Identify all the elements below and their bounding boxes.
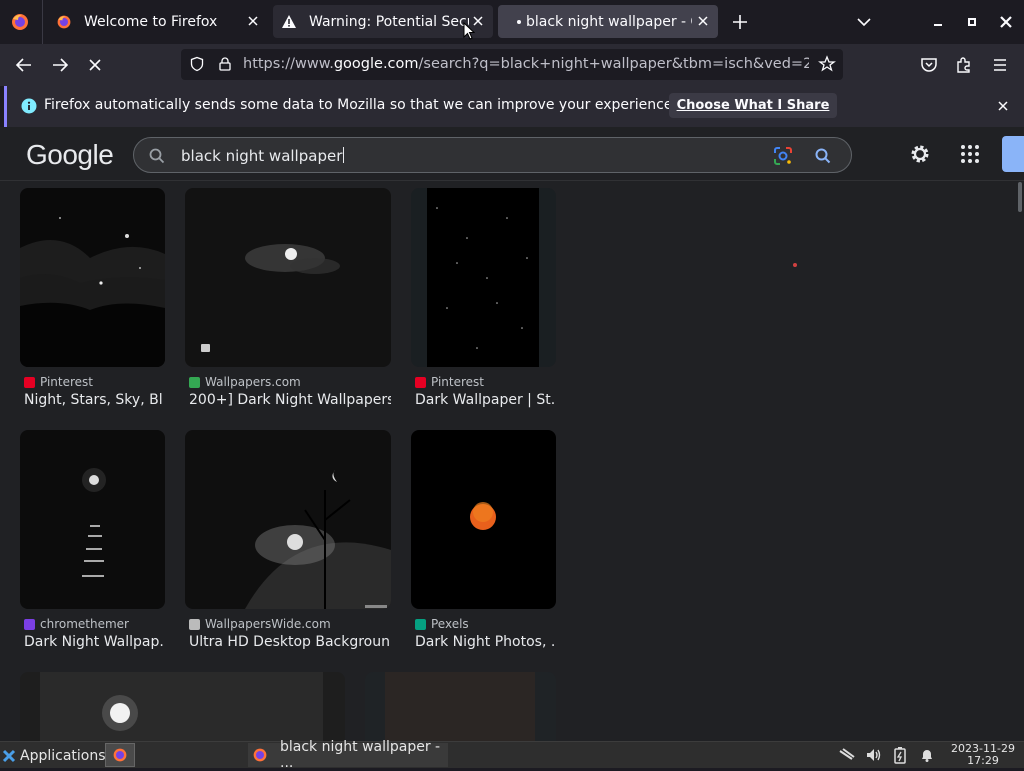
result-source[interactable]: Pinterest (415, 375, 484, 389)
clock-time: 17:29 (967, 754, 999, 767)
url-path: /search?q=black+night+wallpaper&tbm=isch… (418, 56, 809, 72)
choose-what-i-share-button[interactable]: Choose What I Share (669, 93, 837, 118)
tab-label: Welcome to Firefox (84, 13, 218, 30)
forward-arrow-icon[interactable] (48, 53, 72, 77)
pinterest-icon (24, 376, 35, 388)
source-label: Pexels (431, 617, 469, 631)
firefox-icon (252, 747, 268, 763)
firefox-icon (56, 14, 72, 30)
bookmark-star-icon[interactable] (818, 55, 836, 73)
image-result-7[interactable] (20, 672, 345, 741)
window-title: black night wallpaper - ... (280, 739, 441, 771)
firefox-launcher[interactable] (105, 743, 135, 767)
xfce-mouse-icon (2, 749, 16, 763)
google-header: Google black night wallpaper (0, 127, 1024, 181)
image-result-5[interactable] (185, 430, 391, 609)
result-title[interactable]: Ultra HD Desktop Backgroun... (189, 634, 391, 650)
source-label: Pinterest (431, 375, 485, 389)
stray-pixel (793, 263, 797, 267)
close-tab-icon[interactable] (246, 14, 260, 28)
google-logo[interactable]: Google (26, 139, 114, 171)
tab-welcome[interactable]: Welcome to Firefox (48, 5, 268, 38)
data-reporting-notification: Firefox automatically sends some data to… (4, 86, 1024, 127)
close-notification-icon[interactable] (995, 98, 1011, 114)
maximize-icon[interactable] (962, 12, 982, 32)
url-text[interactable]: https://www.google.com/search?q=black+ni… (243, 56, 809, 72)
image-result-8[interactable] (365, 672, 556, 741)
minimize-icon[interactable] (928, 12, 948, 32)
wallpaperswide-icon (189, 618, 200, 630)
close-tab-icon[interactable] (696, 14, 710, 28)
source-label: WallpapersWide.com (205, 617, 331, 631)
result-source[interactable]: chromethemer (24, 617, 129, 631)
applications-menu-button[interactable]: Applications (2, 745, 106, 766)
pexels-icon (415, 618, 426, 630)
close-window-icon[interactable] (996, 12, 1016, 32)
mouse-cursor-icon (463, 22, 475, 40)
back-arrow-icon[interactable] (12, 53, 36, 77)
navigation-toolbar: https://www.google.com/search?q=black+ni… (0, 44, 1024, 86)
notification-message: Firefox automatically sends some data to… (44, 97, 677, 113)
notification-bell-icon[interactable] (919, 747, 935, 763)
source-label: chromethemer (40, 617, 129, 631)
image-result-1[interactable] (20, 188, 165, 367)
result-source[interactable]: WallpapersWide.com (189, 617, 331, 631)
result-source[interactable]: Pexels (415, 617, 469, 631)
clock[interactable]: 2023-11-29 17:29 (946, 743, 1020, 767)
search-icon (148, 147, 166, 165)
volume-icon[interactable] (865, 747, 883, 763)
hamburger-menu-icon[interactable] (988, 53, 1012, 77)
info-icon (21, 98, 37, 114)
search-input[interactable]: black night wallpaper (181, 147, 344, 165)
pinterest-icon (415, 376, 426, 388)
tab-google-search[interactable]: black night wallpaper - Google Search (498, 5, 718, 38)
result-source[interactable]: Pinterest (24, 375, 93, 389)
search-box[interactable]: black night wallpaper (133, 137, 852, 173)
source-label: Pinterest (40, 375, 94, 389)
tab-strip: Welcome to Firefox Warning: Potential Se… (0, 0, 1024, 44)
tab-label: Warning: Potential Security Risk Ahead (309, 13, 469, 30)
address-bar[interactable]: https://www.google.com/search?q=black+ni… (181, 49, 843, 80)
result-title[interactable]: Dark Wallpaper | St... (415, 392, 556, 408)
stop-loading-icon[interactable] (83, 53, 107, 77)
image-result-3[interactable] (411, 188, 556, 367)
applications-label: Applications (20, 747, 106, 764)
list-all-tabs-icon[interactable] (854, 12, 874, 32)
sign-in-button[interactable] (1002, 136, 1024, 172)
image-result-2[interactable] (185, 188, 391, 367)
loading-dot-icon (514, 17, 524, 27)
battery-icon[interactable] (893, 746, 907, 764)
page-scrollbar[interactable] (1018, 182, 1022, 212)
result-title[interactable]: Night, Stars, Sky, Bl... (24, 392, 164, 408)
image-result-4[interactable] (20, 430, 165, 609)
result-title[interactable]: Dark Night Photos, ... (415, 634, 556, 650)
source-label: Wallpapers.com (205, 375, 301, 389)
chromethemer-icon (24, 618, 35, 630)
extensions-icon[interactable] (952, 53, 976, 77)
warning-icon (281, 14, 297, 30)
result-source[interactable]: Wallpapers.com (189, 375, 301, 389)
google-apps-grid-icon[interactable] (959, 143, 981, 165)
image-result-6[interactable] (411, 430, 556, 609)
taskbar-window-button[interactable]: black night wallpaper - ... (248, 739, 448, 771)
pocket-icon[interactable] (917, 53, 941, 77)
page-content: Google black night wallpaper Pinterest N… (0, 127, 1024, 741)
url-domain: google.com (333, 56, 419, 72)
search-submit-icon[interactable] (813, 146, 833, 166)
url-prefix: https://www. (243, 56, 334, 72)
google-lens-icon[interactable] (772, 145, 794, 167)
settings-gear-icon[interactable] (908, 142, 932, 166)
tab-security-warning[interactable]: Warning: Potential Security Risk Ahead (273, 5, 493, 38)
result-title[interactable]: 200+] Dark Night Wallpapers ... (189, 392, 391, 408)
result-title[interactable]: Dark Night Wallpap... (24, 634, 164, 650)
lock-icon[interactable] (217, 56, 233, 72)
wallpapers-com-icon (189, 376, 200, 388)
tab-divider (42, 0, 43, 44)
firefox-view-icon[interactable] (10, 12, 30, 32)
new-tab-icon[interactable] (730, 12, 750, 32)
network-icon[interactable] (838, 747, 856, 763)
tab-label: black night wallpaper - Google Search (526, 13, 692, 30)
desktop-taskbar: Applications black night wallpaper - ...… (0, 739, 1024, 771)
tracking-protection-shield-icon[interactable] (189, 56, 205, 72)
